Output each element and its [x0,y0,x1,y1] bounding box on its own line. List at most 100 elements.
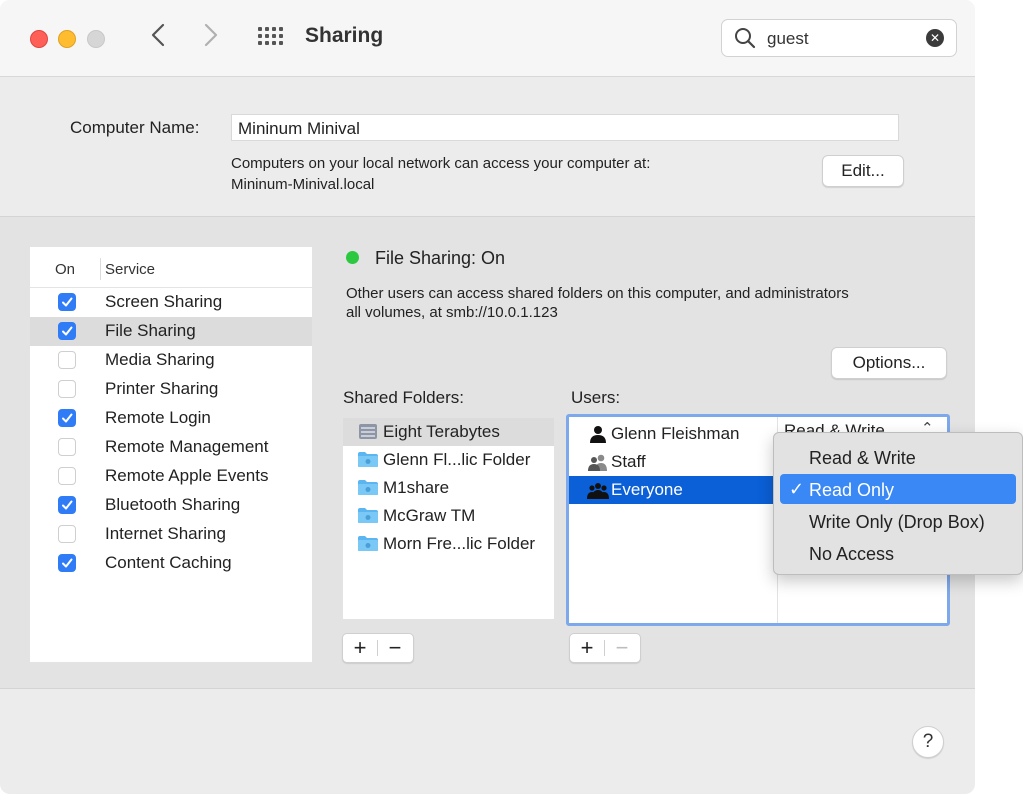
service-list-header: On Service [30,247,312,288]
service-row[interactable]: Printer Sharing [30,375,312,404]
permission-menu-label: Write Only (Drop Box) [809,512,985,532]
permission-menu-item[interactable]: Read & Write [780,442,1016,472]
service-label: Media Sharing [105,350,215,369]
checkmark-icon [62,326,73,336]
user-row[interactable]: Glenn Fleishman [569,420,775,448]
clear-search-icon[interactable]: ✕ [926,29,944,47]
service-row[interactable]: Content Caching [30,549,312,578]
minimize-window-button[interactable] [58,30,76,48]
checkmark-icon [62,558,73,568]
permission-menu-label: No Access [809,544,895,564]
remove-folder-button[interactable]: − [378,634,412,662]
file-sharing-address: all volumes, at smb://10.0.1.123 [346,304,558,321]
permission-menu-item[interactable]: ✓ Read Only [780,474,1016,504]
service-row[interactable]: Remote Apple Events [30,462,312,491]
sharing-window: Sharing guest ✕ Computer Name: Mininum M… [0,0,975,794]
shared-folders-add-remove: + − [342,633,414,663]
shared-folder-label: Glenn Fl...lic Folder [383,450,531,469]
service-checkbox[interactable] [58,525,76,543]
service-label: Bluetooth Sharing [105,495,241,514]
show-all-grid-icon[interactable] [258,27,284,47]
user-name: Everyone [611,480,683,499]
column-divider [100,258,101,280]
remove-user-button[interactable]: − [605,634,639,662]
edit-button[interactable]: Edit... [822,155,904,187]
computer-name-input[interactable]: Mininum Minival [231,114,899,141]
drive-icon [357,423,379,440]
service-row[interactable]: Remote Management [30,433,312,462]
folder-icon [357,535,379,552]
user-row[interactable]: Staff [569,448,775,476]
forward-button[interactable] [203,22,219,54]
service-row[interactable]: File Sharing [30,317,312,346]
service-label: Internet Sharing [105,524,226,543]
everyone-icon [587,481,609,499]
chevron-left-icon [151,23,165,47]
shared-folder-row[interactable]: Glenn Fl...lic Folder [343,446,554,474]
zoom-window-button [87,30,105,48]
service-checkbox[interactable] [58,293,76,311]
window-title: Sharing [305,24,384,47]
service-label: Remote Apple Events [105,466,269,485]
service-checkbox[interactable] [58,554,76,572]
help-button[interactable]: ? [912,726,944,758]
computer-local-address: Mininum-Minival.local [231,176,375,193]
status-dot [346,251,359,264]
shared-folder-row[interactable]: McGraw TM [343,502,554,530]
chevron-right-icon [204,23,218,47]
close-window-button[interactable] [30,30,48,48]
permission-menu-label: Read Only [809,480,895,500]
shared-folders-label: Shared Folders: [343,388,464,407]
group-icon [587,453,609,471]
back-button[interactable] [150,22,166,54]
users-label: Users: [571,388,621,407]
service-row[interactable]: Remote Login [30,404,312,433]
permission-menu-item[interactable]: Write Only (Drop Box) [780,506,1016,536]
service-label: Remote Management [105,437,269,456]
service-list: On Service Screen Sharing File Sharing Med… [30,247,312,662]
checkmark-icon: ✓ [789,479,805,499]
add-user-button[interactable]: + [570,634,604,662]
permission-menu-label: Read & Write [809,448,916,468]
folder-icon [357,507,379,524]
checkmark-icon [62,297,73,307]
folder-icon [357,479,379,496]
service-checkbox[interactable] [58,467,76,485]
shared-folder-row[interactable]: M1share [343,474,554,502]
service-checkbox[interactable] [58,409,76,427]
service-row[interactable]: Bluetooth Sharing [30,491,312,520]
file-sharing-description: Other users can access shared folders on… [346,284,946,322]
permission-menu-item[interactable]: No Access [780,538,1016,568]
shared-folder-label: Morn Fre...lic Folder [383,534,536,553]
toolbar: Sharing guest ✕ [0,0,975,77]
file-sharing-description-line: Other users can access shared folders on… [346,285,849,302]
service-label: Remote Login [105,408,211,427]
service-label: File Sharing [105,321,196,340]
service-checkbox[interactable] [58,322,76,340]
service-row[interactable]: Screen Sharing [30,288,312,317]
on-column-header: On [55,261,76,278]
checkmark-icon [62,500,73,510]
service-checkbox[interactable] [58,351,76,369]
user-icon [587,425,609,443]
service-checkbox[interactable] [58,496,76,514]
search-icon [735,28,756,49]
add-folder-button[interactable]: + [343,634,377,662]
checkmark-icon [62,413,73,423]
search-field[interactable]: guest ✕ [721,19,957,57]
shared-folder-row[interactable]: Morn Fre...lic Folder [343,530,554,558]
user-name: Staff [611,452,646,471]
service-column-header: Service [105,261,156,278]
search-input[interactable]: guest [767,29,809,49]
shared-folder-row[interactable]: Eight Terabytes [343,418,554,446]
folder-icon [357,451,379,468]
service-row[interactable]: Media Sharing [30,346,312,375]
service-row[interactable]: Internet Sharing [30,520,312,549]
service-checkbox[interactable] [58,380,76,398]
file-sharing-status: File Sharing: On [375,248,506,268]
options-button[interactable]: Options... [831,347,947,379]
permission-menu: Read & Write ✓ Read Only Write Only (Drop B… [773,432,1023,575]
service-label: Content Caching [105,553,232,572]
user-row[interactable]: Everyone [569,476,775,504]
service-checkbox[interactable] [58,438,76,456]
